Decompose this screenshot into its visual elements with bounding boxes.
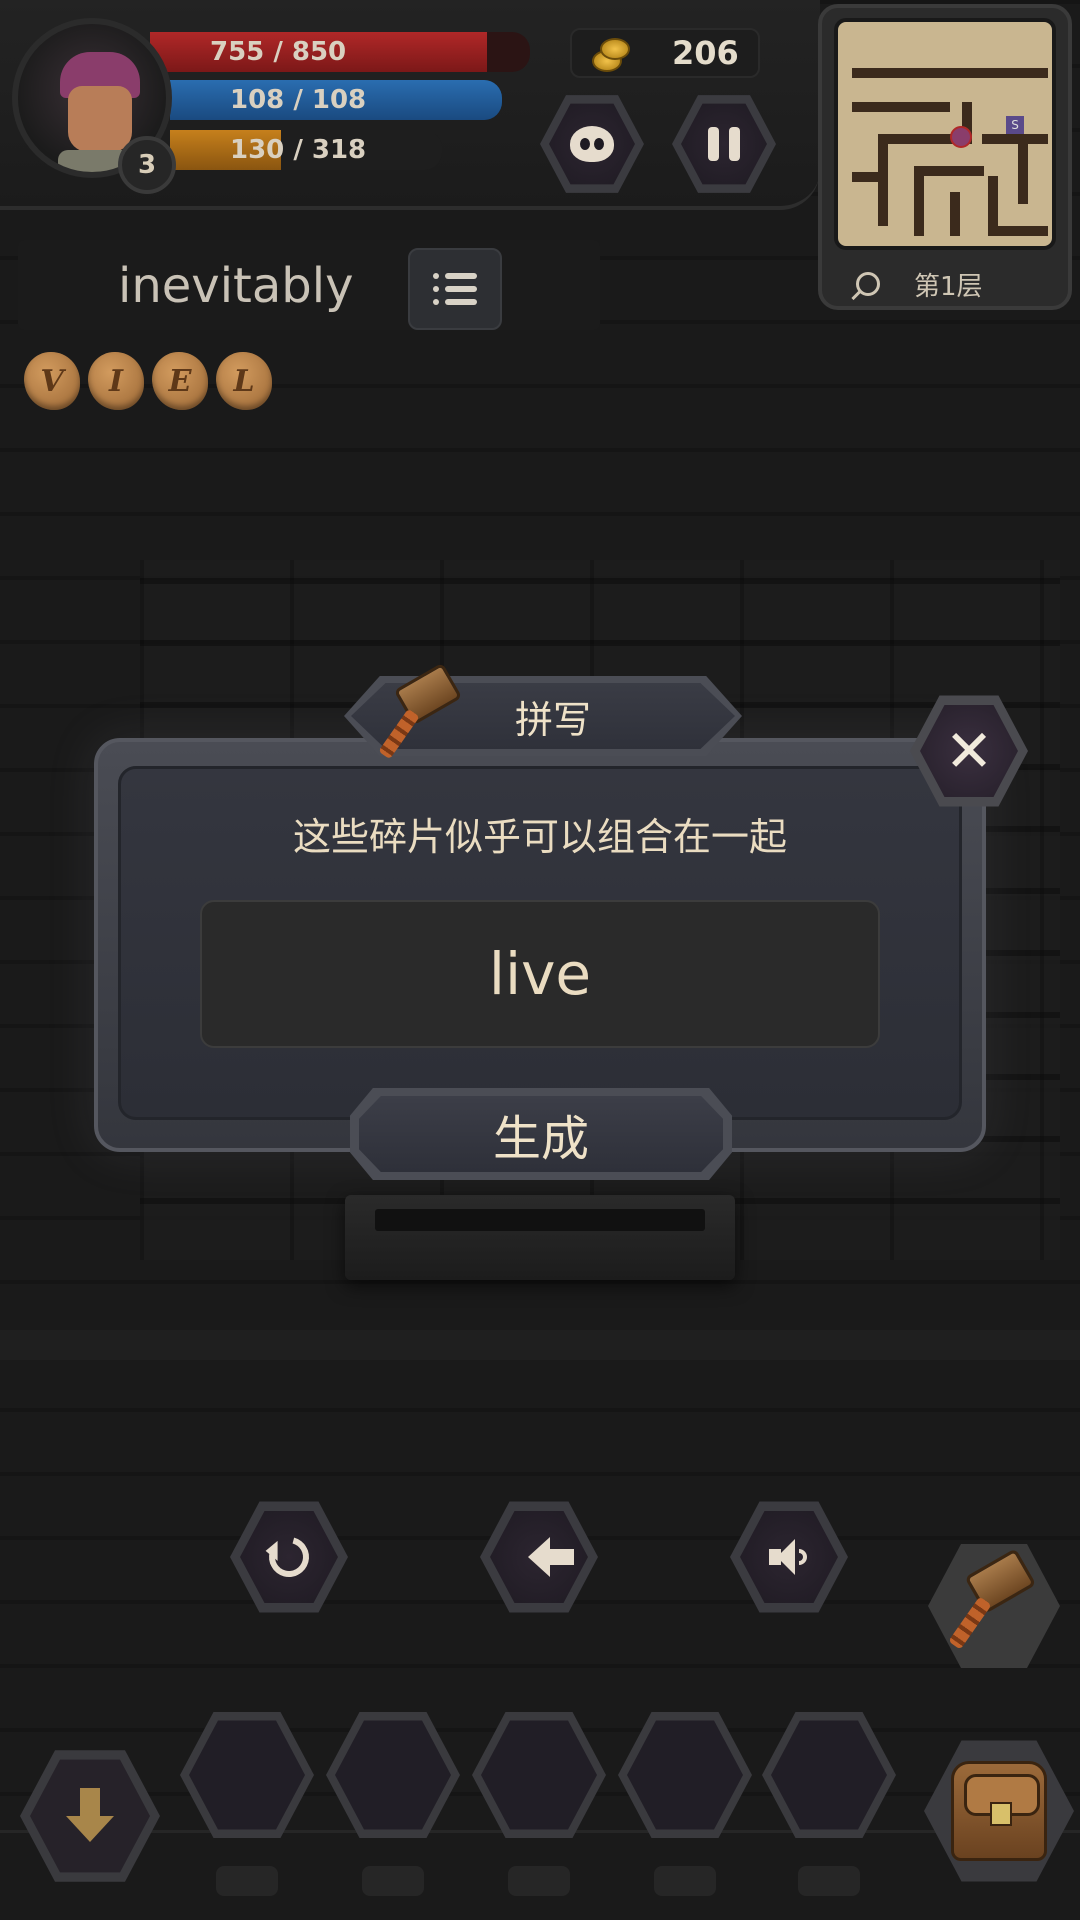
slot-foot <box>216 1866 278 1896</box>
dialog-hint: 这些碎片似乎可以组合在一起 <box>292 815 787 859</box>
coin-icon <box>592 36 630 72</box>
search-icon <box>856 272 880 296</box>
letter-fragments: V I E L <box>24 352 272 410</box>
fragment-i[interactable]: I <box>88 352 144 410</box>
list-icon <box>433 273 477 305</box>
arrow-down-icon <box>66 1788 114 1842</box>
xp-bar: 130 / 318 <box>170 130 442 170</box>
player-marker <box>950 126 972 148</box>
fragment-e[interactable]: E <box>152 352 208 410</box>
xp-text: 130 / 318 <box>230 135 367 165</box>
target-word: inevitably <box>118 258 354 314</box>
arrow-left-icon <box>528 1537 574 1577</box>
hp-text: 755 / 850 <box>210 37 347 67</box>
gold-value: 206 <box>672 34 739 72</box>
spelled-word-field: live <box>200 900 880 1048</box>
stairs-marker: S <box>1006 116 1024 134</box>
pause-icon <box>708 127 740 161</box>
anvil-pedestal <box>345 1195 735 1280</box>
slot-foot <box>362 1866 424 1896</box>
level-badge: 3 <box>118 136 176 194</box>
slot-foot <box>654 1866 716 1896</box>
dialog-title: 拼写 <box>514 697 591 742</box>
gold-counter: 206 <box>570 28 760 78</box>
slot-foot <box>508 1866 570 1896</box>
mp-text: 108 / 108 <box>230 85 367 115</box>
minimap[interactable]: S <box>834 18 1056 250</box>
backpack-icon <box>951 1761 1047 1861</box>
mp-bar: 108 / 108 <box>170 80 502 120</box>
speaker-icon <box>769 1539 809 1575</box>
floor-label-text: 第1层 <box>914 271 983 302</box>
floor-indicator[interactable]: 第1层 <box>848 264 1048 304</box>
refresh-icon <box>261 1529 317 1585</box>
hp-bar: 755 / 850 <box>150 32 530 72</box>
close-icon: ✕ <box>944 717 994 785</box>
word-list-button[interactable] <box>408 248 502 330</box>
generate-label: 生成 <box>492 1111 589 1167</box>
floor-band <box>0 1330 1080 1360</box>
generate-button[interactable]: 生成 <box>350 1088 732 1180</box>
fragment-l[interactable]: L <box>216 352 272 410</box>
hammer-tool-icon <box>942 1548 1043 1650</box>
hammer-icon <box>372 662 468 760</box>
minimap-panel[interactable]: S 第1层 <box>818 4 1072 310</box>
fragment-v[interactable]: V <box>24 352 80 410</box>
slot-foot <box>798 1866 860 1896</box>
pet-icon <box>570 126 614 162</box>
